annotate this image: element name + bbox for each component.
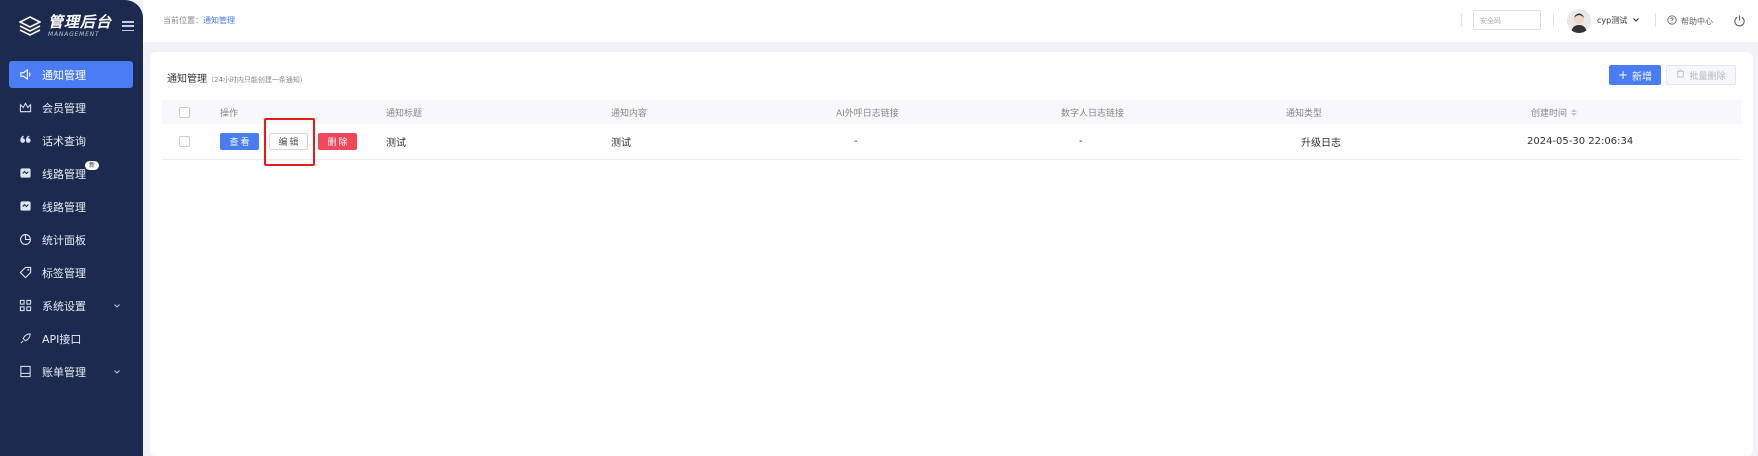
power-icon[interactable] (1733, 14, 1746, 30)
sidebar-item-routes[interactable]: 线路管理 (9, 193, 133, 220)
trash-icon (1676, 69, 1685, 81)
sidebar-item-script-query[interactable]: 话术查询 (9, 127, 133, 154)
pie-chart-icon (18, 233, 32, 247)
logo-title: 管理后台 (48, 12, 113, 31)
edit-highlight-box (264, 118, 315, 166)
sidebar-item-statistics[interactable]: 统计面板 (9, 226, 133, 253)
sidebar-item-notification[interactable]: 通知管理 (9, 61, 133, 88)
divider (1461, 13, 1462, 27)
cell-ai-link: - (854, 136, 858, 147)
cell-content: 测试 (611, 138, 631, 149)
sidebar-menu: 通知管理 会员管理 话术查询 线路管理 新 线路管理 统计面板 标签管理 系统设… (0, 61, 143, 385)
crown-icon (18, 101, 32, 115)
table-row: 查看 编辑 删除 测试 测试 - - 升级日志 2024-05-30 22:06… (162, 124, 1741, 160)
cell-title: 测试 (386, 138, 406, 149)
route-icon (18, 200, 32, 214)
quote-icon (18, 134, 32, 148)
notification-table: 操作 通知标题 通知内容 AI外呼日志链接 数字人日志链接 通知类型 创建时间 … (162, 100, 1741, 160)
route-icon (18, 167, 32, 181)
sidebar-item-label: 系统设置 (42, 299, 86, 313)
column-header-created[interactable]: 创建时间 (1531, 100, 1578, 124)
sidebar-item-label: 话术查询 (42, 134, 86, 148)
content-card: 通知管理（24小时内只能创建一条通知） + 新增 批量删除 操作 通知标题 通知… (150, 52, 1753, 456)
rocket-icon (18, 332, 32, 346)
layers-logo-icon (18, 14, 42, 38)
cell-created: 2024-05-30 22:06:34 (1527, 136, 1634, 147)
chevron-down-icon (113, 300, 121, 313)
delete-button[interactable]: 删除 (318, 133, 357, 150)
user-menu[interactable]: cyp测试 (1597, 15, 1640, 26)
sidebar-item-settings[interactable]: 系统设置 (9, 292, 133, 319)
sort-icon[interactable] (1571, 108, 1578, 116)
column-header: 通知标题 (386, 108, 423, 119)
speaker-icon (18, 68, 32, 82)
sidebar-item-label: API接口 (42, 332, 82, 346)
sidebar-item-label: 通知管理 (42, 68, 86, 82)
security-code-input[interactable]: 安全码 (1473, 10, 1541, 30)
sidebar-item-label: 线路管理 (42, 167, 86, 181)
sidebar-item-members[interactable]: 会员管理 (9, 94, 133, 121)
new-badge: 新 (85, 161, 100, 170)
username: cyp测试 (1597, 16, 1628, 25)
avatar[interactable] (1567, 9, 1591, 33)
breadcrumb: 当前位置：通知管理 (163, 16, 235, 25)
sidebar-item-label: 统计面板 (42, 233, 86, 247)
add-button[interactable]: + 新增 (1609, 65, 1661, 85)
breadcrumb-current[interactable]: 通知管理 (203, 16, 235, 25)
sidebar-item-label: 标签管理 (42, 266, 86, 280)
batch-delete-button[interactable]: 批量删除 (1666, 65, 1736, 85)
top-header: 当前位置：通知管理 安全码 cyp测试 帮助中心 (143, 0, 1758, 42)
page-note: （24小时内只能创建一条通知） (207, 76, 307, 84)
sidebar-item-label: 会员管理 (42, 101, 86, 115)
cell-digital-link: - (1079, 136, 1083, 147)
divider (1553, 13, 1554, 27)
logo: 管理后台 MANAGEMENT (0, 0, 143, 52)
logo-subtitle: MANAGEMENT (48, 30, 100, 38)
menu-collapse-icon[interactable] (122, 21, 135, 31)
help-center-link[interactable]: 帮助中心 (1667, 15, 1713, 27)
plus-icon: + (1617, 68, 1629, 82)
bill-icon (18, 365, 32, 379)
sidebar-item-tags[interactable]: 标签管理 (9, 259, 133, 286)
column-header: 操作 (220, 108, 239, 119)
view-button[interactable]: 查看 (220, 133, 259, 150)
row-checkbox[interactable] (179, 136, 190, 147)
sidebar-item-routes-new[interactable]: 线路管理 新 (9, 160, 133, 187)
select-all-checkbox[interactable] (179, 106, 190, 118)
column-header: 数字人日志链接 (1061, 108, 1125, 119)
grid-icon (18, 299, 32, 313)
sidebar-item-label: 账单管理 (42, 365, 86, 379)
sidebar-item-billing[interactable]: 账单管理 (9, 358, 133, 385)
column-header: 通知类型 (1286, 108, 1323, 119)
tag-icon (18, 266, 32, 280)
help-icon (1667, 15, 1677, 27)
sidebar-item-api[interactable]: API接口 (9, 325, 133, 352)
column-header: 通知内容 (611, 108, 648, 119)
column-header: AI外呼日志链接 (836, 108, 899, 119)
chevron-down-icon (1632, 16, 1640, 26)
table-header: 操作 通知标题 通知内容 AI外呼日志链接 数字人日志链接 通知类型 创建时间 (162, 100, 1741, 124)
page-title: 通知管理（24小时内只能创建一条通知） (167, 74, 307, 85)
chevron-down-icon (113, 366, 121, 379)
cell-type: 升级日志 (1301, 138, 1341, 149)
sidebar-item-label: 线路管理 (42, 200, 86, 214)
divider (1655, 13, 1656, 27)
sidebar: 管理后台 MANAGEMENT 通知管理 会员管理 话术查询 线路管理 新 线路… (0, 0, 143, 456)
